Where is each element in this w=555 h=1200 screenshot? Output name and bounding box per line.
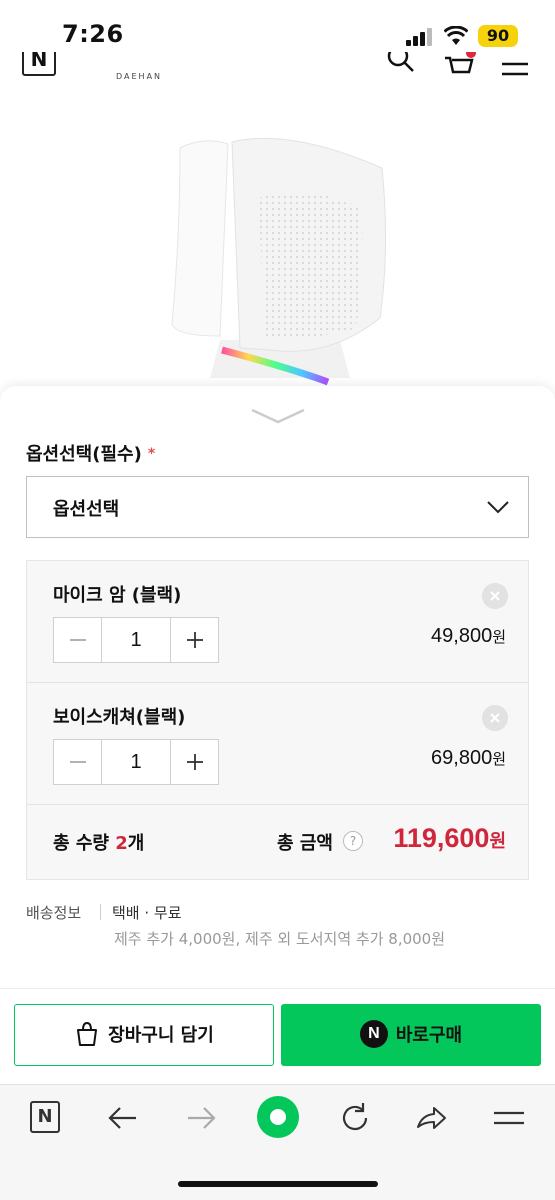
decrease-button[interactable] [54, 740, 102, 784]
browser-toolbar: N [0, 1084, 555, 1200]
naver-home-button[interactable]: N [30, 1101, 60, 1133]
selected-items: 마이크 암 (블랙) 1 49,800원 보이스캐쳐(블랙) 1 69,800원… [26, 560, 529, 880]
brand-logo[interactable]: DAEHAN [116, 72, 162, 81]
increase-button[interactable] [170, 740, 218, 784]
menu-icon[interactable] [500, 52, 530, 78]
remove-item-button[interactable] [482, 705, 508, 731]
option-label-text: 옵션선택(필수) [26, 444, 142, 465]
shipping-value: 택배 · 무료 [112, 904, 182, 922]
item-price-value: 49,800 [431, 625, 493, 647]
chevron-down-icon [487, 501, 509, 514]
site-header: N DAEHAN [0, 52, 555, 92]
item-price-currency: 원 [492, 629, 506, 646]
buy-now-label: 바로구매 [395, 1025, 463, 1046]
selected-item: 마이크 암 (블랙) 1 49,800원 [27, 561, 528, 683]
forward-arrow-icon[interactable] [184, 1101, 218, 1135]
selected-item: 보이스캐쳐(블랙) 1 69,800원 [27, 683, 528, 805]
total-row: 총 수량 2개 총 금액 ? 119,600원 [27, 805, 528, 879]
item-name: 마이크 암 (블랙) [53, 585, 182, 606]
shipping-extra: 제주 추가 4,000원, 제주 외 도서지역 추가 8,000원 [114, 930, 446, 948]
item-price-value: 69,800 [431, 747, 493, 769]
naver-logo-button[interactable]: N [22, 52, 56, 76]
quantity-stepper: 1 [53, 617, 219, 663]
option-select-value: 옵션선택 [53, 499, 120, 520]
total-quantity-unit: 개 [127, 833, 145, 854]
decrease-button[interactable] [54, 618, 102, 662]
cart-icon[interactable] [442, 52, 476, 80]
add-to-cart-label: 장바구니 담기 [108, 1025, 214, 1046]
item-price-currency: 원 [492, 751, 506, 768]
cellular-signal-icon [406, 28, 432, 46]
shipping-divider [100, 904, 101, 920]
item-price: 69,800원 [431, 747, 506, 770]
wifi-icon [444, 26, 468, 45]
plus-icon [187, 754, 203, 770]
minus-icon [70, 761, 86, 763]
total-amount-value: 119,600 [393, 823, 490, 853]
status-time: 7:26 [62, 20, 124, 48]
microphone-image [171, 137, 387, 386]
total-amount: 119,600원 [393, 823, 506, 854]
increase-button[interactable] [170, 618, 218, 662]
remove-item-button[interactable] [482, 583, 508, 609]
purchase-sheet: 옵션선택(필수) * 옵션선택 마이크 암 (블랙) 1 49,800원 보이스… [0, 386, 555, 1086]
share-icon[interactable] [414, 1101, 448, 1135]
npay-icon: N [359, 1020, 388, 1048]
search-icon[interactable] [386, 52, 416, 76]
help-icon[interactable]: ? [343, 831, 363, 851]
total-amount-label: 총 금액 [277, 833, 333, 854]
total-quantity: 총 수량 2개 [53, 829, 144, 855]
quantity-value[interactable]: 1 [102, 618, 170, 662]
green-dot-icon[interactable] [256, 1095, 300, 1139]
item-name: 보이스캐쳐(블랙) [53, 707, 186, 728]
divider [0, 988, 555, 989]
shopping-bag-icon [77, 1021, 98, 1046]
total-amount-currency: 원 [489, 831, 506, 851]
total-quantity-count: 2 [115, 833, 128, 854]
product-image [0, 92, 555, 392]
required-mark: * [147, 446, 156, 462]
battery-indicator: 90 [478, 25, 518, 47]
quantity-stepper: 1 [53, 739, 219, 785]
option-select[interactable]: 옵션선택 [26, 476, 529, 538]
refresh-icon[interactable] [338, 1101, 372, 1135]
quantity-value[interactable]: 1 [102, 740, 170, 784]
plus-icon [187, 632, 203, 648]
item-price: 49,800원 [431, 625, 506, 648]
back-arrow-icon[interactable] [106, 1101, 140, 1135]
shipping-label: 배송정보 [26, 904, 82, 922]
home-indicator [178, 1181, 378, 1187]
buy-now-button[interactable]: N 바로구매 [281, 1004, 541, 1066]
option-label: 옵션선택(필수) * [26, 440, 155, 466]
menu-icon[interactable] [492, 1101, 526, 1135]
collapse-chevron-icon[interactable] [248, 406, 308, 426]
status-bar: 7:26 90 [0, 0, 555, 60]
minus-icon [70, 639, 86, 641]
total-quantity-label: 총 수량 [53, 833, 109, 854]
add-to-cart-button[interactable]: 장바구니 담기 [14, 1004, 274, 1066]
